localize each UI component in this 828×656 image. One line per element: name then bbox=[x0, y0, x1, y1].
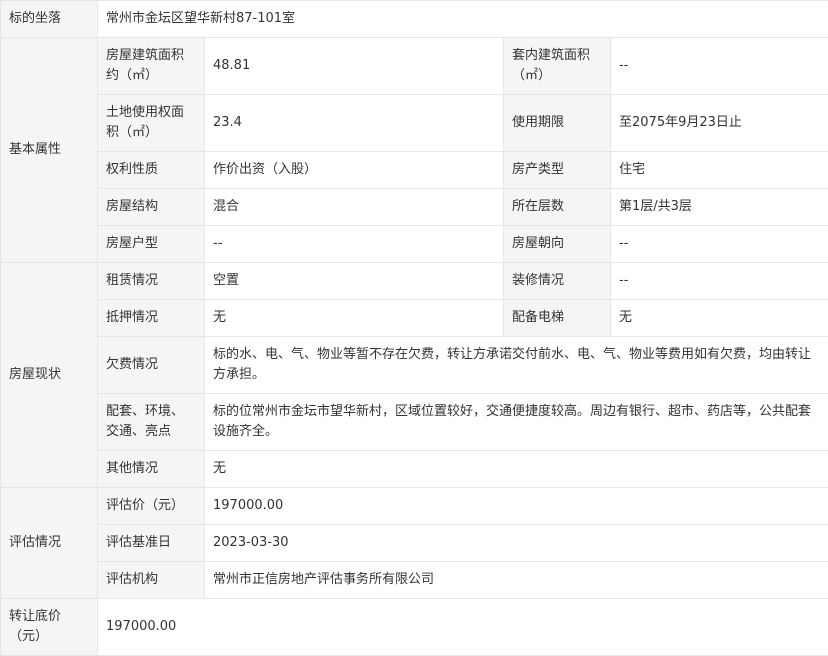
appraisal-date-row: 评估基准日 2023-03-30 bbox=[1, 524, 828, 562]
elevator-value: 无 bbox=[609, 299, 828, 337]
term-value: 至2075年9月23日止 bbox=[609, 94, 828, 152]
appraisal-agency-label: 评估机构 bbox=[97, 561, 205, 599]
inner-area-value: -- bbox=[609, 37, 828, 95]
term-label: 使用期限 bbox=[503, 94, 611, 152]
structure-value: 混合 bbox=[204, 188, 504, 226]
structure-label: 房屋结构 bbox=[97, 188, 205, 226]
appraisal-agency-row: 评估机构 常州市正信房地产评估事务所有限公司 bbox=[1, 561, 828, 599]
elevator-label: 配备电梯 bbox=[503, 299, 611, 337]
arrears-label: 欠费情况 bbox=[97, 336, 205, 394]
building-area-row: 基本属性 房屋建筑面积约（㎡） 48.81 套内建筑面积（㎡） -- bbox=[0, 37, 828, 263]
right-nature-value: 作价出资（入股） bbox=[204, 151, 504, 189]
basic-attributes-label: 基本属性 bbox=[0, 37, 98, 263]
mortgage-value: 无 bbox=[204, 299, 504, 337]
arrears-row: 欠费情况 标的水、电、气、物业等暂不存在欠费，转让方承诺交付前水、电、气、物业等… bbox=[1, 336, 828, 394]
appraisal-date-value: 2023-03-30 bbox=[203, 524, 828, 562]
mortgage-label: 抵押情况 bbox=[97, 299, 205, 337]
floor-value: 第1层/共3层 bbox=[609, 188, 828, 226]
structure-row: 房屋结构 混合 所在层数 第1层/共3层 bbox=[1, 188, 828, 226]
inner-area-label: 套内建筑面积（㎡） bbox=[503, 37, 611, 95]
lease-row: 房屋现状 租赁情况 空置 装修情况 -- bbox=[0, 262, 828, 488]
layout-value: -- bbox=[204, 225, 504, 263]
layout-row: 房屋户型 -- 房屋朝向 -- bbox=[1, 225, 828, 263]
location-value: 常州市金坛区望华新村87-101室 bbox=[96, 0, 828, 38]
orientation-value: -- bbox=[609, 225, 828, 263]
other-label: 其他情况 bbox=[97, 450, 205, 488]
orientation-label: 房屋朝向 bbox=[503, 225, 611, 263]
location-label: 标的坐落 bbox=[0, 0, 98, 38]
layout-label: 房屋户型 bbox=[97, 225, 205, 263]
other-row: 其他情况 无 bbox=[1, 450, 828, 488]
house-status-label: 房屋现状 bbox=[0, 262, 98, 488]
reserve-price-value: 197000.00 bbox=[96, 598, 828, 656]
appraisal-price-row: 评估情况 评估价（元） 197000.00 bbox=[0, 487, 828, 599]
appraisal-date-label: 评估基准日 bbox=[97, 524, 205, 562]
land-area-label: 土地使用权面积（㎡） bbox=[97, 94, 205, 152]
floor-label: 所在层数 bbox=[503, 188, 611, 226]
property-type-value: 住宅 bbox=[609, 151, 828, 189]
mortgage-row: 抵押情况 无 配备电梯 无 bbox=[1, 299, 828, 337]
arrears-value: 标的水、电、气、物业等暂不存在欠费，转让方承诺交付前水、电、气、物业等费用如有欠… bbox=[203, 336, 828, 394]
other-value: 无 bbox=[203, 450, 828, 488]
lease-label: 租赁情况 bbox=[97, 262, 205, 300]
decoration-label: 装修情况 bbox=[503, 262, 611, 300]
property-info-table: 标的坐落 常州市金坛区望华新村87-101室 基本属性 房屋建筑面积约（㎡） 4… bbox=[0, 0, 828, 656]
building-area-value: 48.81 bbox=[204, 37, 504, 95]
land-area-value: 23.4 bbox=[204, 94, 504, 152]
building-area-label: 房屋建筑面积约（㎡） bbox=[97, 37, 205, 95]
right-nature-label: 权利性质 bbox=[97, 151, 205, 189]
appraisal-label: 评估情况 bbox=[0, 487, 98, 599]
decoration-value: -- bbox=[609, 262, 828, 300]
facilities-label: 配套、环境、交通、亮点 bbox=[97, 393, 205, 451]
property-type-label: 房产类型 bbox=[503, 151, 611, 189]
appraisal-price-value: 197000.00 bbox=[203, 487, 828, 525]
facilities-value: 标的位常州市金坛市望华新村，区域位置较好，交通便捷度较高。周边有银行、超市、药店… bbox=[203, 393, 828, 451]
appraisal-agency-value: 常州市正信房地产评估事务所有限公司 bbox=[203, 561, 828, 599]
reserve-price-row: 转让底价（元） 197000.00 bbox=[0, 598, 828, 656]
facilities-row: 配套、环境、交通、亮点 标的位常州市金坛市望华新村，区域位置较好，交通便捷度较高… bbox=[1, 393, 828, 451]
lease-value: 空置 bbox=[204, 262, 504, 300]
appraisal-price-label: 评估价（元） bbox=[97, 487, 205, 525]
location-row: 标的坐落 常州市金坛区望华新村87-101室 bbox=[0, 0, 828, 38]
right-nature-row: 权利性质 作价出资（入股） 房产类型 住宅 bbox=[1, 151, 828, 189]
reserve-price-label: 转让底价（元） bbox=[0, 598, 98, 656]
land-area-row: 土地使用权面积（㎡） 23.4 使用期限 至2075年9月23日止 bbox=[1, 94, 828, 152]
